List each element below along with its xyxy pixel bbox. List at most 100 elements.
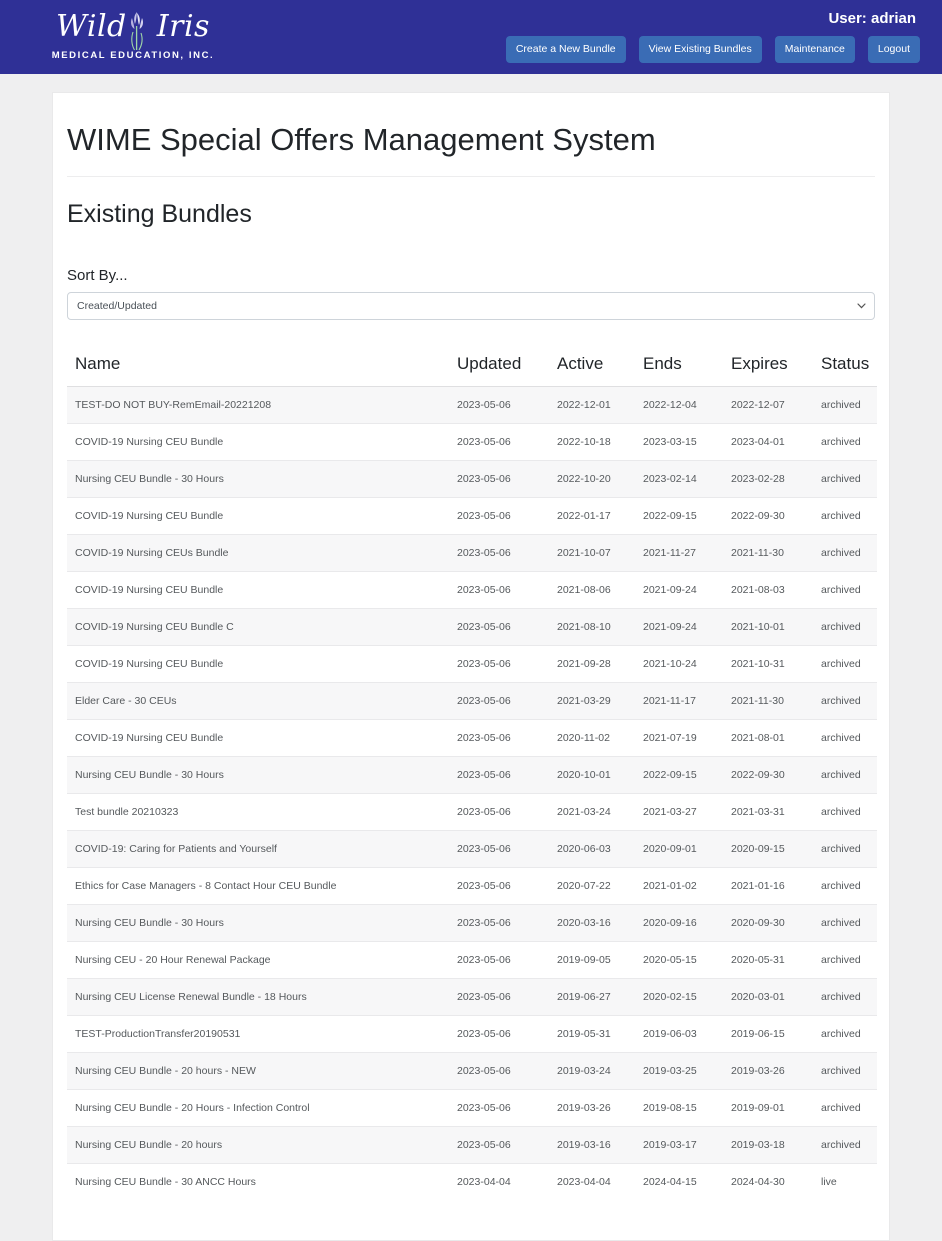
bundle-ends: 2019-03-17	[635, 1126, 723, 1164]
section-title: Existing Bundles	[67, 200, 252, 229]
maintenance-button[interactable]: Maintenance	[774, 36, 855, 63]
sort-by-label: Sort By...	[67, 267, 128, 285]
bundle-name: Test bundle 20210323	[67, 793, 449, 831]
bundle-expires: 2019-03-18	[723, 1126, 813, 1164]
bundle-updated: 2023-05-06	[449, 608, 549, 646]
bundle-name: Nursing CEU Bundle - 20 Hours - Infectio…	[67, 1089, 449, 1127]
sort-by-select[interactable]: Created/Updated	[67, 292, 875, 321]
table-row[interactable]: Nursing CEU Bundle - 20 Hours - Infectio…	[67, 1089, 877, 1127]
bundle-expires: 2019-09-01	[723, 1089, 813, 1127]
bundle-status: archived	[813, 793, 877, 831]
bundle-ends: 2021-09-24	[635, 608, 723, 646]
view-existing-bundles-button[interactable]: View Existing Bundles	[638, 36, 762, 63]
bundle-expires: 2020-03-01	[723, 978, 813, 1016]
bundle-name: TEST-DO NOT BUY-RemEmail-20221208	[67, 386, 449, 424]
bundles-table-body: TEST-DO NOT BUY-RemEmail-20221208 2023-05…	[67, 386, 877, 1201]
bundle-status: archived	[813, 1126, 877, 1164]
bundle-name: Nursing CEU Bundle - 20 hours	[67, 1126, 449, 1164]
bundle-status: archived	[813, 904, 877, 942]
bundle-name: COVID-19 Nursing CEUs Bundle	[67, 534, 449, 572]
table-row[interactable]: COVID-19 Nursing CEU Bundle 2023-05-06 202…	[67, 497, 877, 535]
bundle-active: 2021-09-28	[549, 645, 635, 683]
bundle-active: 2020-10-01	[549, 756, 635, 794]
table-row[interactable]: COVID-19 Nursing CEU Bundle 2023-05-06 202…	[67, 571, 877, 609]
column-header-updated[interactable]: Updated	[449, 348, 549, 388]
bundle-expires: 2021-10-31	[723, 645, 813, 683]
bundle-name: TEST-ProductionTransfer20190531	[67, 1015, 449, 1053]
bundle-status: archived	[813, 423, 877, 461]
bundle-name: COVID-19 Nursing CEU Bundle	[67, 423, 449, 461]
logout-button[interactable]: Logout	[867, 36, 920, 63]
bundle-name: COVID-19: Caring for Patients and Yourse…	[67, 830, 449, 868]
create-new-bundle-button[interactable]: Create a New Bundle	[505, 36, 626, 63]
bundle-status: archived	[813, 645, 877, 683]
iris-flower-icon	[130, 12, 144, 51]
bundle-active: 2021-03-29	[549, 682, 635, 720]
bundle-status: archived	[813, 830, 877, 868]
table-row[interactable]: Ethics for Case Managers - 8 Contact Hou…	[67, 867, 877, 905]
bundle-expires: 2021-10-01	[723, 608, 813, 646]
bundle-ends: 2021-07-19	[635, 719, 723, 757]
bundle-ends: 2023-03-15	[635, 423, 723, 461]
table-row[interactable]: TEST-ProductionTransfer20190531 2023-05-0…	[67, 1015, 877, 1053]
bundle-ends: 2021-11-27	[635, 534, 723, 572]
bundle-status: archived	[813, 534, 877, 572]
bundle-ends: 2020-05-15	[635, 941, 723, 979]
table-row[interactable]: Nursing CEU Bundle - 30 Hours 2023-05-06 2…	[67, 756, 877, 794]
bundle-updated: 2023-05-06	[449, 497, 549, 535]
column-header-expires[interactable]: Expires	[723, 348, 813, 388]
bundle-updated: 2023-05-06	[449, 793, 549, 831]
bundle-status: archived	[813, 497, 877, 535]
sort-by-selected-value: Created/Updated	[77, 300, 157, 313]
bundle-name: Nursing CEU Bundle - 20 hours - NEW	[67, 1052, 449, 1090]
table-row[interactable]: COVID-19 Nursing CEU Bundle 2023-05-06 202…	[67, 645, 877, 683]
column-header-active[interactable]: Active	[549, 348, 635, 388]
bundle-name: COVID-19 Nursing CEU Bundle	[67, 571, 449, 609]
table-row[interactable]: Elder Care - 30 CEUs 2023-05-06 2021-03-29…	[67, 682, 877, 720]
table-row[interactable]: Nursing CEU Bundle - 30 Hours 2023-05-06 2…	[67, 460, 877, 498]
table-row[interactable]: Nursing CEU Bundle - 20 hours - NEW 2023-…	[67, 1052, 877, 1090]
bundle-status: archived	[813, 719, 877, 757]
table-row[interactable]: TEST-DO NOT BUY-RemEmail-20221208 2023-05…	[67, 386, 877, 424]
table-row[interactable]: Nursing CEU Bundle - 20 hours 2023-05-06 2…	[67, 1126, 877, 1164]
header-button-group: Create a New Bundle View Existing Bundle…	[505, 36, 920, 63]
bundle-name: COVID-19 Nursing CEU Bundle C	[67, 608, 449, 646]
bundle-active: 2021-08-10	[549, 608, 635, 646]
wild-iris-logo[interactable]: Wild Iris MEDICAL EDUCATION, INC.	[38, 6, 228, 68]
bundle-active: 2020-07-22	[549, 867, 635, 905]
table-row[interactable]: COVID-19 Nursing CEU Bundle 2023-05-06 202…	[67, 719, 877, 757]
bundle-ends: 2021-03-27	[635, 793, 723, 831]
bundle-updated: 2023-05-06	[449, 1126, 549, 1164]
bundle-active: 2019-05-31	[549, 1015, 635, 1053]
column-header-ends[interactable]: Ends	[635, 348, 723, 388]
bundle-updated: 2023-05-06	[449, 830, 549, 868]
table-row[interactable]: COVID-19: Caring for Patients and Yourse…	[67, 830, 877, 868]
bundle-ends: 2019-08-15	[635, 1089, 723, 1127]
bundle-updated: 2023-05-06	[449, 460, 549, 498]
bundle-name: COVID-19 Nursing CEU Bundle	[67, 645, 449, 683]
bundle-updated: 2023-05-06	[449, 867, 549, 905]
table-row[interactable]: COVID-19 Nursing CEU Bundle C 2023-05-06 2…	[67, 608, 877, 646]
logo-word-wild: Wild	[56, 9, 127, 44]
column-header-status[interactable]: Status	[813, 348, 877, 388]
bundle-updated: 2023-05-06	[449, 645, 549, 683]
table-row[interactable]: Test bundle 20210323 2023-05-06 2021-03-24…	[67, 793, 877, 831]
bundle-expires: 2022-12-07	[723, 386, 813, 424]
bundle-updated: 2023-05-06	[449, 978, 549, 1016]
table-row[interactable]: Nursing CEU License Renewal Bundle - 18 …	[67, 978, 877, 1016]
bundle-updated: 2023-05-06	[449, 1015, 549, 1053]
column-header-name[interactable]: Name	[67, 348, 449, 388]
bundle-status: archived	[813, 978, 877, 1016]
bundle-updated: 2023-05-06	[449, 423, 549, 461]
table-row[interactable]: Nursing CEU - 20 Hour Renewal Package 202…	[67, 941, 877, 979]
bundle-status: archived	[813, 867, 877, 905]
bundle-active: 2022-10-18	[549, 423, 635, 461]
bundle-active: 2021-08-06	[549, 571, 635, 609]
table-row[interactable]: COVID-19 Nursing CEUs Bundle 2023-05-06 20…	[67, 534, 877, 572]
bundle-status: archived	[813, 682, 877, 720]
table-row[interactable]: Nursing CEU Bundle - 30 Hours 2023-05-06 2…	[67, 904, 877, 942]
bundle-updated: 2023-05-06	[449, 571, 549, 609]
bundle-ends: 2022-09-15	[635, 497, 723, 535]
bundle-ends: 2022-12-04	[635, 386, 723, 424]
table-row[interactable]: COVID-19 Nursing CEU Bundle 2023-05-06 202…	[67, 423, 877, 461]
